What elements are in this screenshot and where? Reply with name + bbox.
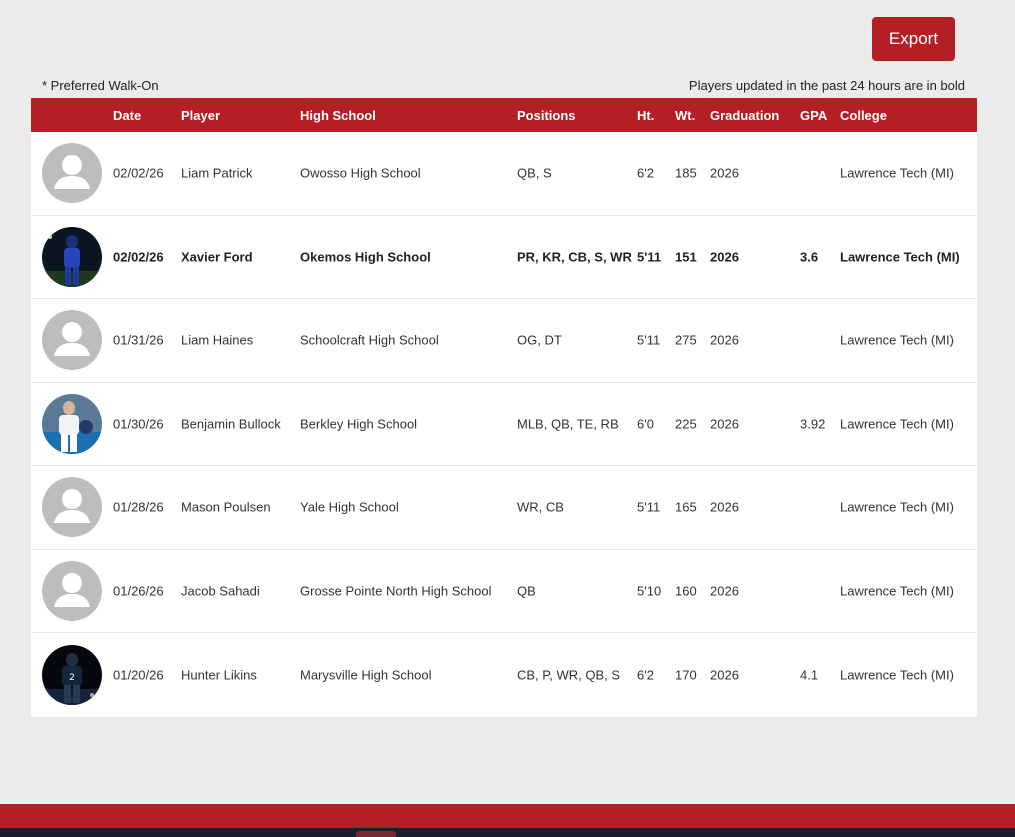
row-college: Lawrence Tech (MI) — [840, 249, 960, 265]
header-height[interactable]: Ht. — [637, 108, 654, 123]
row-graduation: 2026 — [710, 332, 739, 348]
preferred-walk-on-note: * Preferred Walk-On — [42, 78, 159, 93]
header-date[interactable]: Date — [113, 108, 141, 123]
row-high-school: Grosse Pointe North High School — [300, 583, 492, 599]
footer-bottom-bar — [0, 828, 1015, 837]
row-positions: QB, S — [517, 165, 552, 181]
avatar-placeholder-icon[interactable] — [42, 310, 102, 371]
row-height: 5'10 — [637, 583, 662, 599]
header-high-school[interactable]: High School — [300, 108, 376, 123]
header-weight[interactable]: Wt. — [675, 108, 695, 123]
row-date: 02/02/26 — [113, 165, 164, 181]
table-row[interactable]: 01/31/26 Liam Haines Schoolcraft High Scho… — [31, 299, 977, 383]
bold-update-note: Players updated in the past 24 hours are… — [688, 78, 965, 93]
row-player-name[interactable]: Benjamin Bullock — [181, 416, 281, 431]
player-photo[interactable] — [42, 226, 102, 287]
row-graduation: 2026 — [710, 583, 739, 599]
players-table: Date Player High School Positions Ht. Wt… — [31, 98, 977, 717]
row-height: 6'2 — [637, 165, 654, 181]
row-player-name[interactable]: Hunter Likins — [181, 667, 257, 682]
row-positions: CB, P, WR, QB, S — [517, 667, 621, 683]
row-weight: 185 — [675, 165, 697, 181]
row-positions: WR, CB — [517, 499, 564, 515]
table-body: 02/02/26 Liam Patrick Owosso High School QB… — [31, 132, 977, 717]
row-date: 01/31/26 — [113, 332, 164, 348]
row-weight: 160 — [675, 583, 697, 599]
row-date: 01/30/26 — [113, 416, 164, 432]
row-player-name[interactable]: Jacob Sahadi — [181, 583, 260, 598]
row-player-name[interactable]: Mason Poulsen — [181, 500, 271, 515]
table-row[interactable]: 02/02/26 Xavier Ford Okemos High School PR,… — [31, 216, 977, 299]
header-graduation[interactable]: Graduation — [710, 108, 779, 123]
row-weight: 151 — [675, 249, 697, 265]
export-button[interactable]: Export — [872, 17, 955, 61]
row-player-name[interactable]: Liam Patrick — [181, 166, 253, 181]
header-player[interactable]: Player — [181, 108, 220, 123]
row-player-name[interactable]: Xavier Ford — [181, 249, 253, 264]
row-college: Lawrence Tech (MI) — [840, 499, 954, 515]
avatar-placeholder-icon[interactable] — [42, 143, 102, 204]
row-date: 01/20/26 — [113, 667, 164, 683]
row-weight: 225 — [675, 416, 697, 432]
row-positions: QB — [517, 583, 536, 599]
row-gpa: 3.6 — [800, 249, 819, 265]
row-graduation: 2026 — [710, 416, 739, 432]
header-college[interactable]: College — [840, 108, 887, 123]
row-height: 5'11 — [637, 249, 662, 265]
row-graduation: 2026 — [710, 499, 739, 515]
row-high-school: Owosso High School — [300, 165, 421, 181]
row-graduation: 2026 — [710, 165, 739, 181]
row-high-school: Schoolcraft High School — [300, 332, 439, 348]
row-weight: 170 — [675, 667, 697, 683]
row-college: Lawrence Tech (MI) — [840, 667, 954, 683]
header-gpa[interactable]: GPA — [800, 108, 827, 123]
row-height: 5'11 — [637, 499, 661, 515]
header-positions[interactable]: Positions — [517, 108, 576, 123]
row-height: 6'2 — [637, 667, 654, 683]
svg-text:2: 2 — [69, 673, 75, 683]
row-high-school: Okemos High School — [300, 249, 431, 265]
player-photo[interactable] — [42, 393, 102, 454]
table-header: Date Player High School Positions Ht. Wt… — [31, 98, 977, 132]
row-college: Lawrence Tech (MI) — [840, 165, 954, 181]
row-height: 6'0 — [637, 416, 654, 432]
row-high-school: Yale High School — [300, 499, 399, 515]
row-college: Lawrence Tech (MI) — [840, 583, 954, 599]
row-date: 01/26/26 — [113, 583, 164, 599]
row-graduation: 2026 — [710, 249, 739, 265]
row-date: 01/28/26 — [113, 499, 164, 515]
player-photo[interactable]: 2 — [42, 644, 102, 705]
row-player-name[interactable]: Liam Haines — [181, 333, 253, 348]
avatar-placeholder-icon[interactable] — [42, 560, 102, 621]
row-positions: OG, DT — [517, 332, 562, 348]
row-gpa: 4.1 — [800, 667, 819, 683]
row-height: 5'11 — [637, 332, 661, 348]
footer-tab[interactable] — [356, 831, 396, 837]
avatar-placeholder-icon[interactable] — [42, 477, 102, 538]
table-row[interactable]: 01/26/26 Jacob Sahadi Grosse Pointe North … — [31, 550, 977, 633]
row-graduation: 2026 — [710, 667, 739, 683]
table-row[interactable]: 01/30/26 Benjamin Bullock Berkley High Sch… — [31, 383, 977, 466]
row-weight: 275 — [675, 332, 697, 348]
row-gpa: 3.92 — [800, 416, 826, 432]
table-row[interactable]: 02/02/26 Liam Patrick Owosso High School QB… — [31, 132, 977, 216]
row-positions: PR, KR, CB, S, WR — [517, 249, 632, 265]
table-row[interactable]: 01/28/26 Mason Poulsen Yale High School WR,… — [31, 466, 977, 550]
row-college: Lawrence Tech (MI) — [840, 332, 954, 348]
row-high-school: Marysville High School — [300, 667, 432, 683]
row-college: Lawrence Tech (MI) — [840, 416, 954, 432]
row-weight: 165 — [675, 499, 697, 515]
footer-bar — [0, 804, 1015, 828]
row-high-school: Berkley High School — [300, 416, 418, 432]
row-positions: MLB, QB, TE, RB — [517, 416, 619, 432]
row-date: 02/02/26 — [113, 249, 164, 265]
table-row[interactable]: 2 01/20/26 Hunter Likins Marysville High Sc… — [31, 633, 977, 717]
